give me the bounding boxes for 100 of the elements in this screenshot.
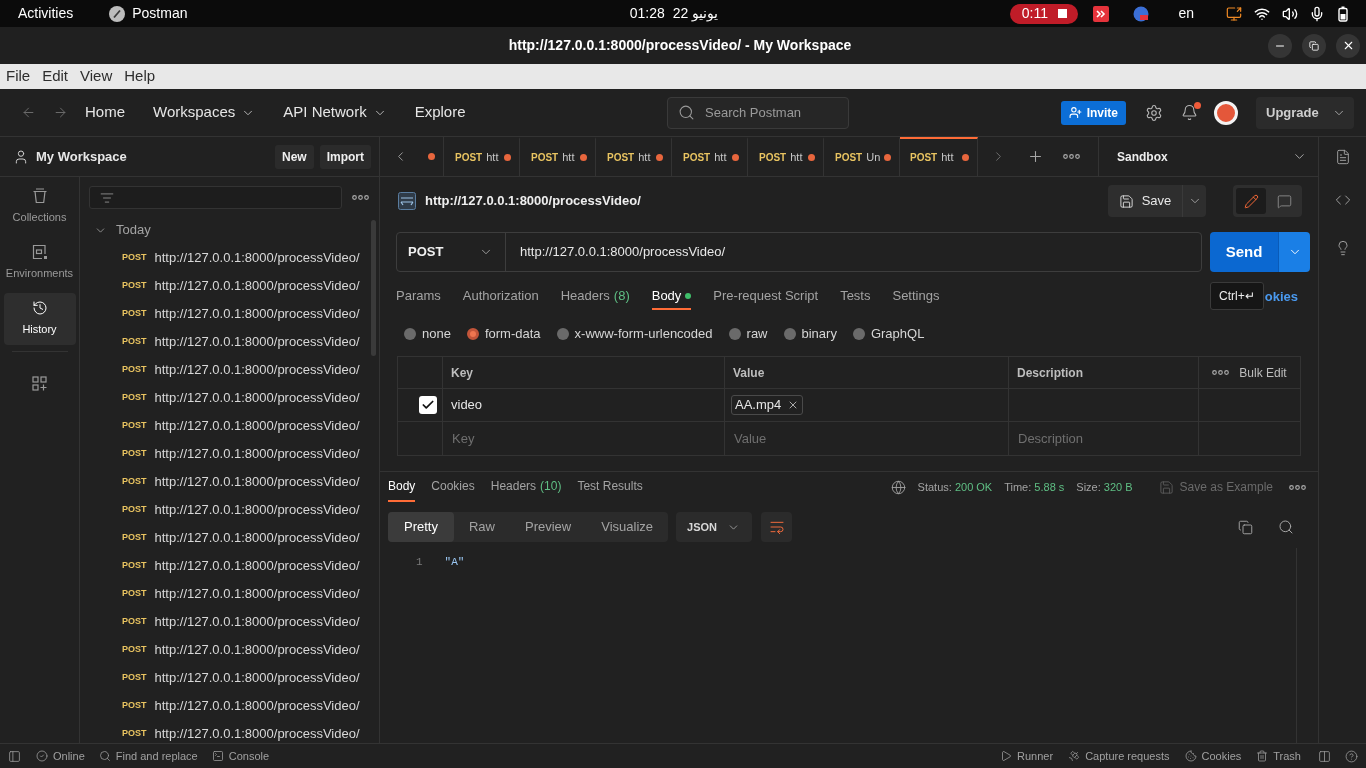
view-tab[interactable]: Pretty bbox=[388, 512, 454, 542]
history-item[interactable]: POST http://127.0.0.1:8000/processVideo/ bbox=[122, 416, 360, 436]
app-menu[interactable]: Postman bbox=[132, 3, 188, 24]
request-section-tab[interactable]: Params bbox=[396, 284, 441, 310]
view-tab[interactable]: Visualize bbox=[586, 512, 669, 542]
more-icon[interactable] bbox=[352, 195, 369, 200]
radio-button[interactable] bbox=[728, 328, 741, 340]
checkbox[interactable] bbox=[419, 396, 437, 414]
radio-label[interactable]: none bbox=[422, 324, 451, 344]
more-icon[interactable] bbox=[1212, 370, 1230, 375]
radio-label[interactable]: GraphQL bbox=[870, 324, 925, 344]
request-section-tab[interactable]: Settings bbox=[892, 284, 940, 310]
maximize-button[interactable] bbox=[1302, 33, 1326, 58]
status-bar-item[interactable]: Console bbox=[211, 747, 270, 765]
sidebar-rail-item[interactable]: History bbox=[3, 293, 76, 345]
notifications-icon[interactable] bbox=[1181, 104, 1198, 121]
back-icon[interactable] bbox=[21, 105, 36, 120]
history-item[interactable]: POST http://127.0.0.1:8000/processVideo/ bbox=[122, 388, 360, 408]
invite-button[interactable]: Invite bbox=[1060, 100, 1126, 125]
menu-item[interactable]: File bbox=[6, 65, 31, 88]
battery-icon[interactable] bbox=[1338, 5, 1348, 22]
nav-link[interactable]: Workspaces bbox=[145, 96, 264, 129]
table-input[interactable]: Key bbox=[443, 422, 724, 455]
file-chip[interactable]: AA.mp4 bbox=[731, 395, 804, 415]
sidebar-action-button[interactable]: New bbox=[274, 144, 314, 169]
help-icon[interactable] bbox=[1345, 749, 1358, 763]
history-item[interactable]: POST http://127.0.0.1:8000/processVideo/ bbox=[122, 668, 360, 688]
request-tab[interactable]: POST htt bbox=[520, 137, 596, 176]
history-item[interactable]: POST http://127.0.0.1:8000/processVideo/ bbox=[122, 248, 360, 268]
nav-link[interactable]: API Network bbox=[275, 96, 395, 129]
mode-toggle[interactable] bbox=[1236, 188, 1266, 214]
radio-button[interactable] bbox=[556, 328, 569, 340]
add-grid-icon[interactable] bbox=[32, 376, 47, 391]
menu-item[interactable]: Help bbox=[124, 65, 156, 88]
request-tab[interactable]: POST htt bbox=[900, 137, 978, 176]
globe-icon[interactable] bbox=[890, 479, 906, 495]
chevrons-app-icon[interactable] bbox=[1093, 5, 1110, 22]
view-tab[interactable]: Raw bbox=[453, 512, 510, 542]
history-item[interactable]: POST http://127.0.0.1:8000/processVideo/ bbox=[122, 724, 360, 743]
history-item[interactable]: POST http://127.0.0.1:8000/processVideo/ bbox=[122, 332, 360, 352]
radio-button[interactable] bbox=[783, 328, 796, 340]
layout-icon[interactable] bbox=[1318, 749, 1331, 763]
history-item[interactable]: POST http://127.0.0.1:8000/processVideo/ bbox=[122, 696, 360, 716]
request-tab[interactable]: POST htt bbox=[596, 137, 672, 176]
copy-icon[interactable] bbox=[1238, 519, 1253, 535]
response-tab[interactable]: Cookies bbox=[431, 472, 475, 502]
radio-button[interactable] bbox=[404, 328, 416, 340]
volume-icon[interactable] bbox=[1282, 5, 1298, 22]
screen-share-icon[interactable] bbox=[1226, 5, 1242, 22]
sidebar-toggle-icon[interactable] bbox=[8, 749, 21, 763]
radio-button[interactable] bbox=[466, 328, 479, 340]
status-bar-item[interactable]: Capture requests bbox=[1068, 747, 1170, 765]
code-icon[interactable] bbox=[1334, 192, 1351, 208]
view-tab[interactable]: Preview bbox=[510, 512, 587, 542]
response-tab[interactable]: Body bbox=[388, 472, 416, 502]
history-item[interactable]: POST http://127.0.0.1:8000/processVideo/ bbox=[122, 584, 360, 604]
environment-dropdown[interactable]: Sandbox bbox=[1098, 137, 1318, 176]
history-item[interactable]: POST http://127.0.0.1:8000/processVideo/ bbox=[122, 444, 360, 464]
radio-label[interactable]: x-www-form-urlencoded bbox=[574, 324, 713, 344]
avatar-icon[interactable] bbox=[1214, 100, 1238, 125]
scrollbar-thumb[interactable] bbox=[371, 220, 376, 356]
status-bar-item[interactable]: Find and replace bbox=[98, 747, 198, 765]
history-item[interactable]: POST http://127.0.0.1:8000/processVideo/ bbox=[122, 640, 360, 660]
request-section-tab[interactable]: Body bbox=[651, 284, 692, 310]
filter-field[interactable] bbox=[89, 186, 342, 209]
history-item[interactable]: POST http://127.0.0.1:8000/processVideo/ bbox=[122, 472, 360, 492]
activities-button[interactable]: Activities bbox=[18, 3, 74, 24]
history-item[interactable]: POST http://127.0.0.1:8000/processVideo/ bbox=[122, 556, 360, 576]
circle-app-icon[interactable] bbox=[1133, 5, 1150, 22]
request-tab[interactable]: POST htt bbox=[444, 137, 520, 176]
radio-label[interactable]: binary bbox=[801, 324, 837, 344]
cookies-link[interactable]: okies bbox=[1264, 287, 1298, 307]
microphone-icon[interactable] bbox=[1309, 5, 1325, 22]
recording-indicator[interactable]: 0:11 bbox=[1010, 3, 1079, 24]
response-tab[interactable]: Headers (10) bbox=[490, 472, 562, 502]
history-item[interactable]: POST http://127.0.0.1:8000/processVideo/ bbox=[122, 360, 360, 380]
send-button[interactable]: Send bbox=[1210, 232, 1278, 272]
document-icon[interactable] bbox=[1334, 149, 1351, 165]
status-bar-item[interactable]: Trash bbox=[1256, 747, 1301, 765]
minimize-button[interactable] bbox=[1268, 33, 1292, 58]
history-item[interactable]: POST http://127.0.0.1:8000/processVideo/ bbox=[122, 528, 360, 548]
format-dropdown[interactable]: JSON bbox=[676, 512, 753, 542]
radio-label[interactable]: raw bbox=[746, 324, 768, 344]
history-item[interactable]: POST http://127.0.0.1:8000/processVideo/ bbox=[122, 276, 360, 296]
table-input[interactable]: Description bbox=[1009, 422, 1198, 455]
request-section-tab[interactable]: Headers (8) bbox=[560, 284, 630, 310]
sidebar-rail-item[interactable]: Environments bbox=[3, 237, 76, 289]
table-input[interactable]: Value bbox=[725, 422, 1008, 455]
keyboard-layout[interactable]: en bbox=[1178, 3, 1194, 24]
radio-button[interactable] bbox=[852, 328, 865, 340]
menu-item[interactable]: View bbox=[80, 65, 113, 88]
request-tab[interactable]: POST htt bbox=[672, 137, 748, 176]
sidebar-rail-item[interactable]: Collections bbox=[3, 181, 76, 233]
close-button[interactable] bbox=[1336, 33, 1360, 58]
search-icon[interactable] bbox=[1278, 519, 1294, 535]
request-section-tab[interactable]: Pre-request Script bbox=[713, 284, 819, 310]
upgrade-button[interactable]: Upgrade bbox=[1256, 96, 1354, 129]
bulk-edit-link[interactable]: Bulk Edit bbox=[1239, 363, 1287, 382]
radio-label[interactable]: form-data bbox=[484, 324, 541, 344]
menu-item[interactable]: Edit bbox=[42, 65, 69, 88]
